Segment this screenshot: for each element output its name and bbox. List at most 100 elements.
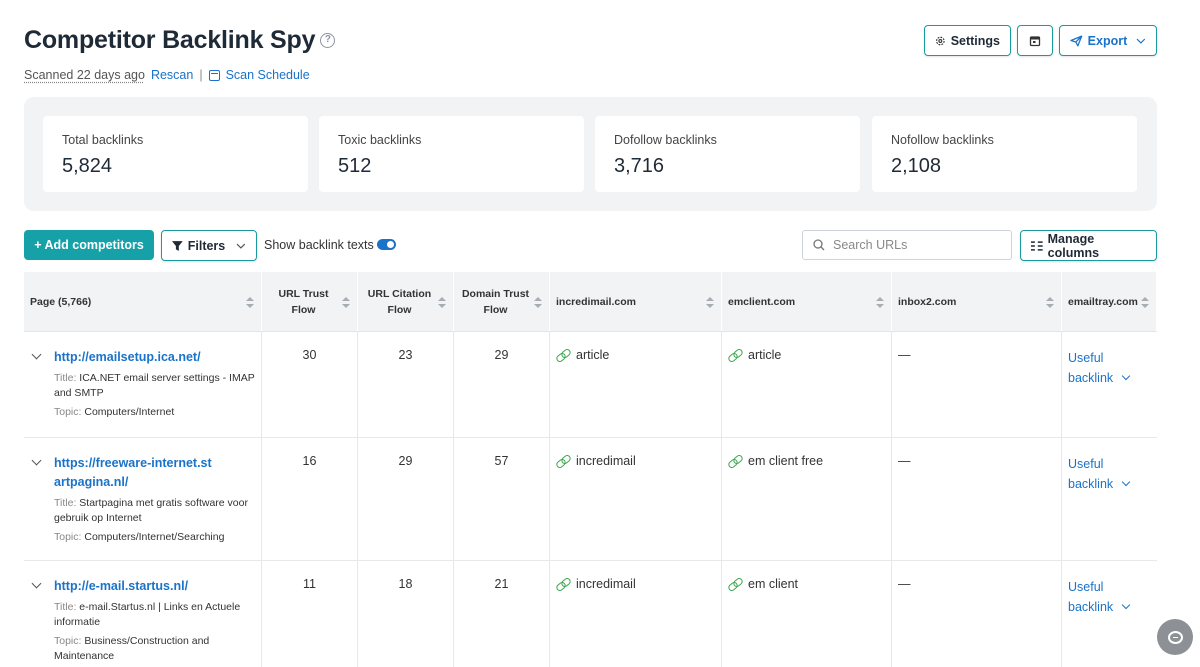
column-header-label: URL Trust (278, 287, 329, 300)
expand-chevron-icon[interactable] (31, 578, 42, 589)
page-title-meta: Title: ICA.NET email server settings - I… (54, 371, 255, 401)
scan-schedule-label: Scan Schedule (225, 68, 310, 82)
top-actions: Settings Export (924, 25, 1157, 56)
search-input[interactable] (833, 238, 993, 252)
page-title-meta: Title: Startpagina met gratis software v… (54, 496, 255, 526)
stat-label: Total backlinks (62, 133, 144, 147)
column-header-inbox2[interactable]: inbox2.com (892, 272, 1062, 331)
url-trust-flow-cell: 16 (262, 438, 358, 560)
meta-key: Topic: (54, 531, 82, 543)
competitor-cell-emailtray: Useful backlink (1062, 561, 1157, 667)
competitor-cell-emclient: em client free (722, 438, 892, 560)
filter-icon (172, 240, 183, 251)
page-url-link[interactable]: http://e-mail.startus.nl/ (54, 577, 255, 596)
expand-chevron-icon[interactable] (31, 349, 42, 360)
column-header-label: Flow (387, 303, 412, 316)
column-header-emailtray[interactable]: emailtray.com (1062, 272, 1157, 331)
useful-backlink-dropdown[interactable]: Useful backlink (1068, 577, 1151, 617)
link-icon (556, 350, 570, 360)
expand-chevron-icon[interactable] (31, 455, 42, 466)
page-cell: http://emailsetup.ica.net/ Title: ICA.NE… (24, 332, 262, 437)
page-url-link[interactable]: http://emailsetup.ica.net/ (54, 348, 255, 367)
column-header-label: emailtray.com (1068, 295, 1138, 308)
stat-label: Toxic backlinks (338, 133, 422, 147)
stat-value: 512 (338, 155, 372, 177)
table-header: Page (5,766) URL Trust Flow URL Citation F… (24, 272, 1157, 332)
anchor-text: em client (748, 577, 799, 591)
meta-key: Topic: (54, 635, 82, 647)
competitor-cell-emailtray: Useful backlink (1062, 332, 1157, 437)
stat-total-backlinks: Total backlinks 5,824 (43, 116, 308, 192)
useful-backlink-dropdown[interactable]: Useful backlink (1068, 348, 1151, 388)
settings-button[interactable]: Settings (924, 25, 1011, 56)
link-icon (728, 456, 742, 466)
competitor-cell-inbox2: — (892, 438, 1062, 560)
filters-label: Filters (187, 238, 226, 253)
export-button[interactable]: Export (1059, 25, 1157, 56)
chevron-down-icon (1136, 38, 1146, 44)
useful-backlink-dropdown[interactable]: Useful backlink (1068, 454, 1151, 494)
anchor-text: article (576, 348, 610, 362)
competitor-cell-incredimail: incredimail (550, 561, 722, 667)
column-header-page[interactable]: Page (5,766) (24, 272, 262, 331)
chat-widget-button[interactable] (1157, 619, 1193, 655)
link-icon (556, 579, 570, 589)
backlink-anchor[interactable]: article (728, 348, 885, 362)
link-icon (728, 579, 742, 589)
manage-columns-button[interactable]: Manage columns (1020, 230, 1157, 261)
schedule-button[interactable] (1017, 25, 1053, 56)
page-topic-meta: Topic: Business/Construction and Mainten… (54, 634, 255, 664)
sort-icon (342, 296, 350, 308)
show-backlink-texts-toggle[interactable] (377, 239, 396, 250)
competitor-cell-incredimail: article (550, 332, 722, 437)
page-url-link[interactable]: https://freeware-internet.startpagina.nl… (54, 454, 214, 492)
url-trust-flow-cell: 30 (262, 332, 358, 437)
column-header-url-trust-flow[interactable]: URL Trust Flow (262, 272, 358, 331)
page-header: Competitor Backlink Spy ? (24, 26, 336, 55)
backlink-anchor[interactable]: incredimail (556, 454, 715, 468)
column-header-url-citation-flow[interactable]: URL Citation Flow (358, 272, 454, 331)
column-header-label: inbox2.com (898, 295, 957, 308)
column-header-emclient[interactable]: emclient.com (722, 272, 892, 331)
filters-button[interactable]: Filters (161, 230, 257, 261)
stat-value: 2,108 (891, 155, 942, 177)
calendar-icon (1029, 35, 1041, 46)
page-topic-meta: Topic: Computers/Internet (54, 405, 255, 420)
anchor-text: incredimail (576, 454, 636, 468)
add-competitors-button[interactable]: + Add competitors (24, 230, 154, 260)
help-icon[interactable]: ? (320, 33, 336, 48)
useful-label: Useful (1068, 457, 1104, 471)
stat-label: Nofollow backlinks (891, 133, 994, 147)
backlink-anchor[interactable]: em client (728, 577, 885, 591)
backlink-anchor[interactable]: article (556, 348, 715, 362)
calendar-icon (208, 69, 220, 81)
backlink-anchor[interactable]: incredimail (556, 577, 715, 591)
chevron-down-icon (1121, 477, 1131, 487)
scan-schedule-link[interactable]: Scan Schedule (208, 68, 310, 82)
column-header-label: incredimail.com (556, 295, 636, 308)
meta-key: Topic: (54, 406, 82, 418)
gear-icon (936, 36, 945, 45)
link-icon (556, 456, 570, 466)
url-trust-flow-cell: 11 (262, 561, 358, 667)
url-citation-flow-cell: 18 (358, 561, 454, 667)
sort-icon (706, 296, 714, 308)
anchor-text: article (748, 348, 782, 362)
column-header-label: Flow (291, 303, 316, 316)
column-header-incredimail[interactable]: incredimail.com (550, 272, 722, 331)
useful-label: Useful (1068, 580, 1104, 594)
page-cell: https://freeware-internet.startpagina.nl… (24, 438, 262, 560)
column-header-label: emclient.com (728, 295, 796, 308)
rescan-link[interactable]: Rescan (151, 68, 193, 82)
column-header-domain-trust-flow[interactable]: Domain Trust Flow (454, 272, 550, 331)
competitor-cell-emclient: em client (722, 561, 892, 667)
send-icon (1070, 34, 1083, 47)
stat-dofollow-backlinks: Dofollow backlinks 3,716 (595, 116, 860, 192)
useful-label: backlink (1068, 477, 1114, 491)
columns-icon (1031, 240, 1043, 251)
meta-value: ICA.NET email server settings - IMAP and… (54, 372, 255, 399)
useful-label: backlink (1068, 371, 1114, 385)
backlink-anchor[interactable]: em client free (728, 454, 885, 468)
sort-icon (246, 296, 254, 308)
competitor-cell-emclient: article (722, 332, 892, 437)
